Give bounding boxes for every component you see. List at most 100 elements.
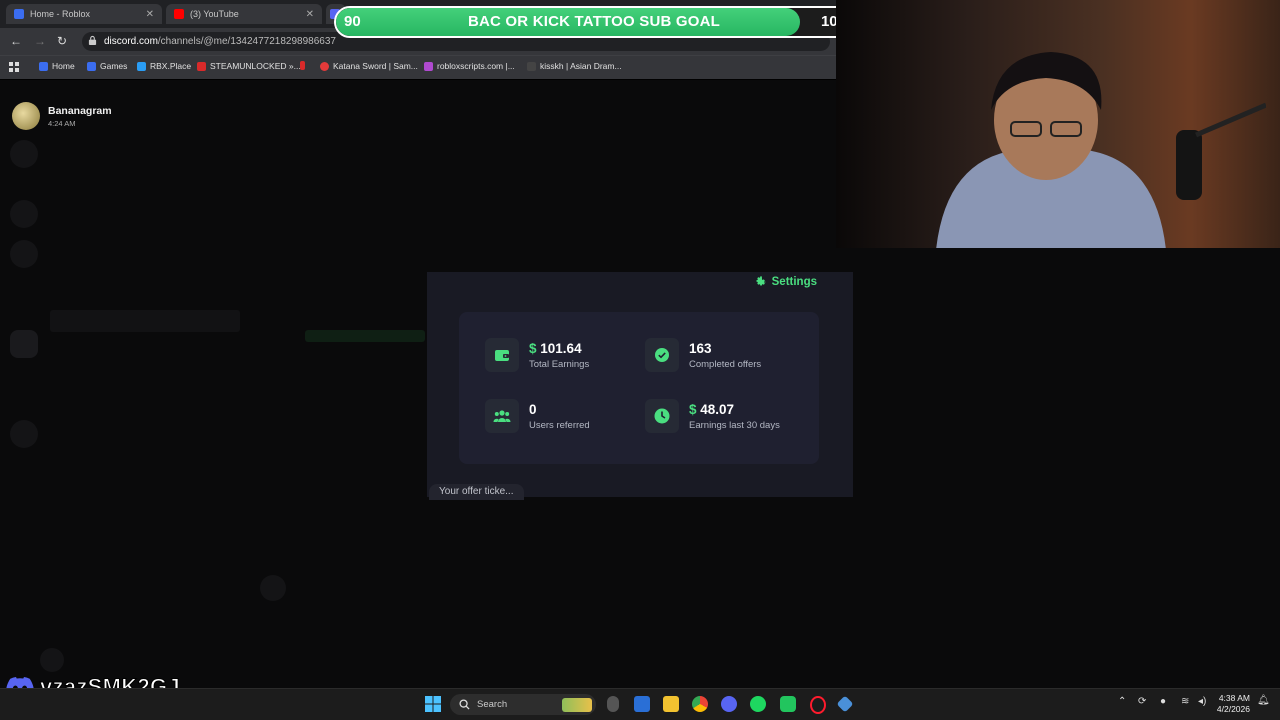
currency-symbol: $: [529, 340, 537, 356]
roblox-icon: [39, 61, 48, 71]
stat-label: Earnings last 30 days: [689, 419, 780, 431]
search-highlight-image: [562, 697, 592, 712]
bookmark-steamunlocked[interactable]: STEAMUNLOCKED »...: [197, 61, 301, 71]
clock-time: 4:38 AM: [1218, 693, 1250, 703]
dm-list-item: [50, 310, 240, 332]
file-explorer-icon[interactable]: [663, 696, 679, 712]
stat-earnings-30-days: $ 48.07 Earnings last 30 days: [645, 399, 780, 433]
stat-value: 163: [689, 340, 712, 356]
back-arrow-icon[interactable]: ←: [10, 34, 22, 48]
discord-taskbar-icon[interactable]: [721, 696, 737, 712]
forward-arrow-icon[interactable]: →: [34, 34, 46, 48]
gear-icon: [756, 276, 766, 286]
notification-bell-icon[interactable]: 🔔︎: [1257, 695, 1270, 706]
tab-youtube[interactable]: (3) YouTube ✕: [166, 4, 322, 24]
taskbar-search-box[interactable]: Search: [450, 694, 596, 715]
bookmark-rbx-place[interactable]: RBX.Place: [137, 61, 191, 71]
webcam-overlay: [836, 0, 1280, 248]
server-icon: [10, 140, 38, 168]
clock-icon: [645, 399, 679, 433]
stats-card: $ 101.64 Total Earnings 163 Completed of…: [459, 312, 819, 464]
stat-total-earnings: $ 101.64 Total Earnings: [485, 338, 589, 372]
app-diamond-icon[interactable]: [836, 695, 854, 713]
offer-ticket-tab[interactable]: Your offer ticke...: [429, 484, 524, 500]
check-badge-icon: [645, 338, 679, 372]
apps-grid-icon[interactable]: [9, 62, 19, 72]
bookmark-label: Home: [52, 61, 75, 71]
bookmark-kisskh[interactable]: kisskh | Asian Dram...: [527, 61, 622, 71]
chrome-icon[interactable]: [692, 696, 708, 712]
stat-users-referred: 0 Users referred: [485, 399, 590, 433]
currency-symbol: $: [689, 401, 697, 417]
opera-gx-icon[interactable]: [810, 696, 826, 714]
stat-value: 0: [529, 401, 537, 417]
spotify-icon[interactable]: [750, 696, 766, 712]
search-icon: [459, 699, 470, 710]
message-avatar: [260, 575, 286, 601]
notification-sender: Bananagram: [48, 104, 112, 117]
stat-completed-offers: 163 Completed offers: [645, 338, 761, 372]
windows-start-icon[interactable]: [425, 696, 441, 712]
photos-app-icon[interactable]: [634, 696, 650, 712]
bookmark-label: Games: [100, 61, 128, 71]
message-block: [305, 330, 425, 342]
roblox-favicon-icon: [14, 9, 24, 19]
stat-value: 48.07: [700, 401, 735, 417]
avatar: [12, 102, 40, 130]
wallet-icon: [485, 338, 519, 372]
clock-date: 4/2/2026: [1216, 704, 1250, 714]
bookmark-unnamed[interactable]: [300, 61, 309, 70]
url-path: /channels/@me/1342477218298986637: [157, 36, 336, 47]
bookmarks-bar: Home Games RBX.Place STEAMUNLOCKED »... …: [0, 55, 836, 79]
mouse-app-icon[interactable]: [607, 696, 619, 712]
goal-current: 90: [344, 13, 361, 30]
goal-title: BAC OR KICK TATTOO SUB GOAL: [467, 13, 721, 30]
site-info-icon[interactable]: [88, 35, 97, 46]
volume-icon[interactable]: ◂): [1198, 696, 1206, 707]
red-bookmark-icon: [300, 61, 305, 70]
server-icon: [10, 240, 38, 268]
bookmark-label: STEAMUNLOCKED »...: [210, 61, 301, 71]
sub-goal-bar: BAC OR KICK TATTOO SUB GOAL 90 100: [334, 6, 854, 38]
tab-label: (3) YouTube: [190, 9, 239, 19]
user-avatar: [40, 648, 64, 672]
close-tab-icon[interactable]: ✕: [146, 9, 154, 20]
bookmark-katana-sword[interactable]: Katana Sword | Sam...: [320, 61, 418, 71]
bookmark-home[interactable]: Home: [39, 61, 75, 71]
server-icon: [10, 420, 38, 448]
sync-icon[interactable]: ⟳: [1138, 696, 1146, 707]
robloxscripts-icon: [424, 61, 433, 71]
search-placeholder: Search: [477, 699, 508, 710]
settings-label: Settings: [771, 275, 817, 288]
wifi-icon[interactable]: ≋: [1181, 696, 1189, 707]
bookmark-games[interactable]: Games: [87, 61, 127, 71]
rbx-place-icon: [137, 61, 146, 71]
microphone-image: [1176, 102, 1266, 200]
url-domain: discord.com: [104, 36, 158, 47]
stat-value: 101.64: [540, 340, 582, 356]
notification-time: 4:24 AM: [48, 118, 76, 128]
tab-roblox-home[interactable]: Home - Roblox ✕: [6, 4, 162, 24]
discord-notification[interactable]: Bananagram 4:24 AM: [12, 102, 112, 130]
earnings-dashboard: Settings $ 101.64 Total Earnings 163 Com…: [427, 272, 853, 500]
tab-label: Home - Roblox: [30, 9, 91, 19]
taskbar-clock[interactable]: 4:38 AM 4/2/2026: [1217, 693, 1250, 715]
settings-button[interactable]: Settings: [754, 275, 817, 288]
windows-taskbar: Search ⌃ ⟳ ● ≋ ◂) 4:38 AM 4/2/2026 🔔︎: [0, 688, 1280, 720]
microphone-icon[interactable]: ●: [1160, 696, 1166, 707]
streamer-webcam-image: [936, 52, 1166, 248]
bookmark-robloxscripts[interactable]: robloxscripts.com |...: [424, 61, 515, 71]
stat-label: Total Earnings: [529, 358, 590, 370]
reload-icon[interactable]: ↻: [57, 34, 67, 48]
youtube-favicon-icon: [174, 9, 184, 19]
android-app-icon[interactable]: [780, 696, 796, 712]
bookmark-label: robloxscripts.com |...: [437, 61, 515, 71]
close-tab-icon[interactable]: ✕: [306, 9, 314, 20]
roblox-icon: [87, 61, 96, 71]
server-icon: [10, 200, 38, 228]
bookmark-label: RBX.Place: [150, 61, 192, 71]
kisskh-icon: [527, 61, 536, 71]
bookmark-label: Katana Sword | Sam...: [333, 61, 418, 71]
steamunlocked-icon: [197, 61, 206, 71]
chevron-up-icon[interactable]: ⌃: [1118, 696, 1126, 707]
